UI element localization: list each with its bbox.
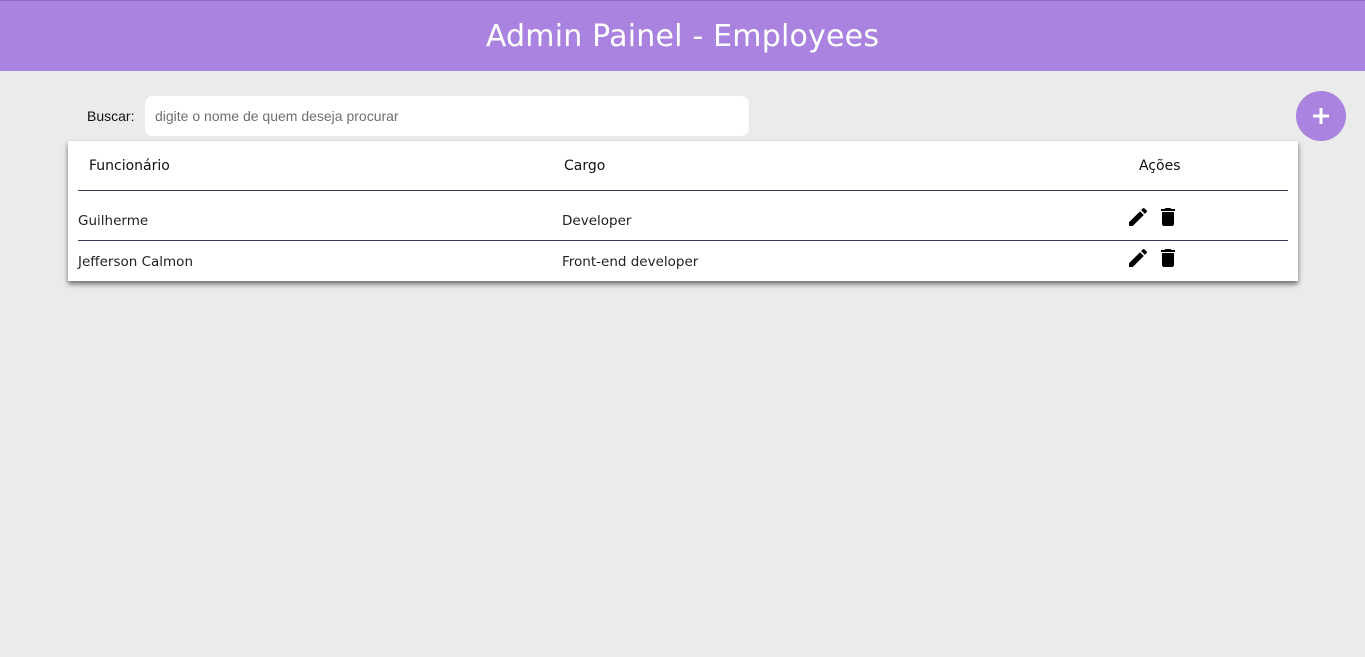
edit-button[interactable] <box>1126 205 1150 229</box>
employee-role: Developer <box>562 213 632 229</box>
table-row: Jefferson Calmon Front-end developer <box>78 241 1288 281</box>
employees-table: Funcionário Cargo Ações Guilherme Develo… <box>68 141 1298 281</box>
column-header-employee: Funcionário <box>89 158 170 174</box>
row-actions <box>1126 246 1180 270</box>
employee-name: Guilherme <box>78 213 149 229</box>
add-employee-button[interactable] <box>1296 91 1346 141</box>
delete-button[interactable] <box>1156 246 1180 270</box>
app-header: Admin Painel - Employees <box>0 0 1365 71</box>
edit-icon <box>1129 248 1148 267</box>
column-header-actions: Ações <box>1139 158 1181 174</box>
page-title: Admin Painel - Employees <box>485 18 880 54</box>
delete-icon <box>1161 249 1175 267</box>
column-header-role: Cargo <box>564 158 606 174</box>
search-label: Buscar: <box>87 108 135 124</box>
delete-icon <box>1161 208 1175 226</box>
employee-role: Front-end developer <box>562 254 699 270</box>
row-actions <box>1126 205 1180 229</box>
edit-button[interactable] <box>1126 246 1150 270</box>
search-input[interactable] <box>145 96 749 136</box>
table-row: Guilherme Developer <box>78 200 1288 240</box>
edit-icon <box>1129 207 1148 226</box>
employee-name: Jefferson Calmon <box>78 254 194 270</box>
plus-icon <box>1313 108 1329 124</box>
delete-button[interactable] <box>1156 205 1180 229</box>
header-divider <box>78 190 1288 191</box>
